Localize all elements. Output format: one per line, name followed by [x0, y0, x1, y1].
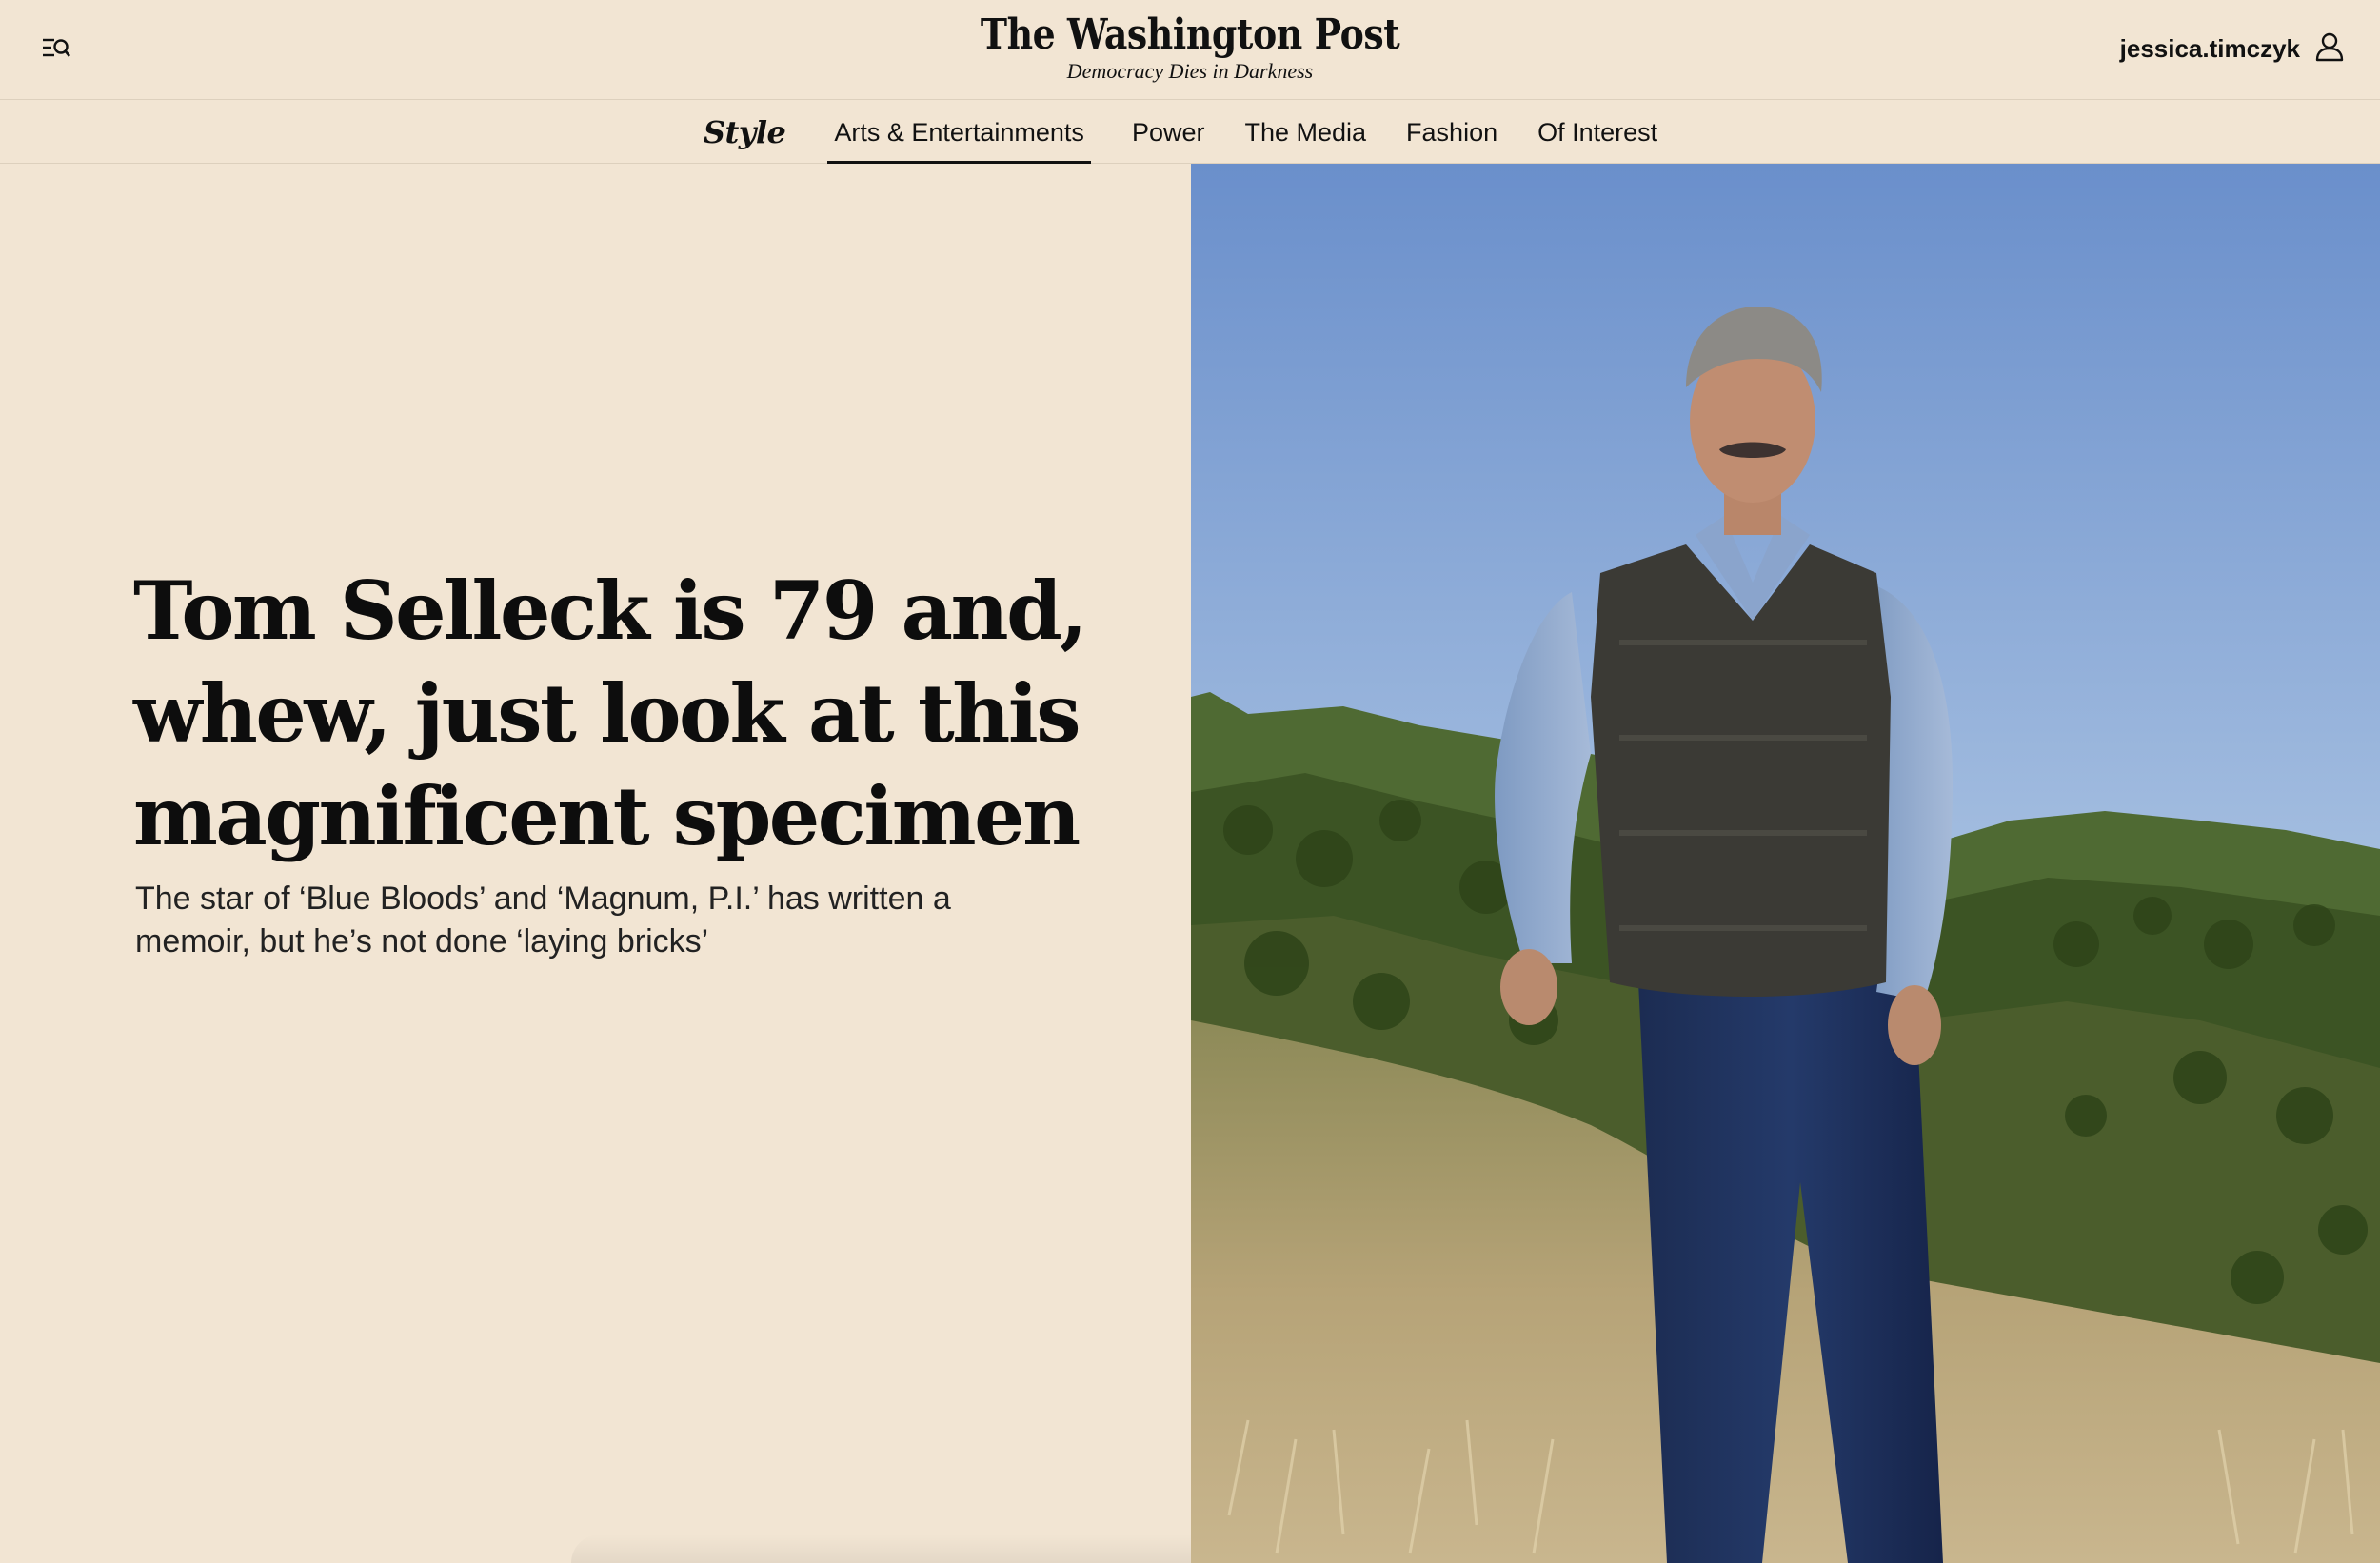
hero-photo: [1191, 164, 2380, 1563]
nav-item-arts-entertainments[interactable]: Arts & Entertainments: [827, 101, 1091, 164]
account-menu[interactable]: jessica.timczyk: [2120, 29, 2344, 69]
nav-item-of-interest[interactable]: Of Interest: [1531, 101, 1664, 164]
nav-item-power[interactable]: Power: [1125, 101, 1212, 164]
user-icon[interactable]: [2315, 31, 2344, 67]
site-logo[interactable]: The Washington Post: [981, 11, 1400, 59]
nav-item-fashion[interactable]: Fashion: [1399, 101, 1504, 164]
site-tagline: Democracy Dies in Darkness: [1066, 59, 1314, 83]
article-subhead: The star of ‘Blue Bloods’ and ‘Magnum, P…: [135, 880, 951, 960]
masthead[interactable]: The Washington Post Democracy Dies in Da…: [0, 11, 2380, 83]
bottom-shadow: [571, 1534, 1191, 1563]
top-header: The Washington Post Democracy Dies in Da…: [0, 0, 2380, 100]
nav-section-style[interactable]: Style: [704, 101, 786, 164]
article-headline[interactable]: Tom Selleck is 79 and, whew, just look a…: [133, 560, 1142, 868]
username[interactable]: jessica.timczyk: [2120, 34, 2300, 64]
section-nav: Style Arts & Entertainments Power The Me…: [0, 101, 2380, 164]
nav-item-the-media[interactable]: The Media: [1238, 101, 1373, 164]
